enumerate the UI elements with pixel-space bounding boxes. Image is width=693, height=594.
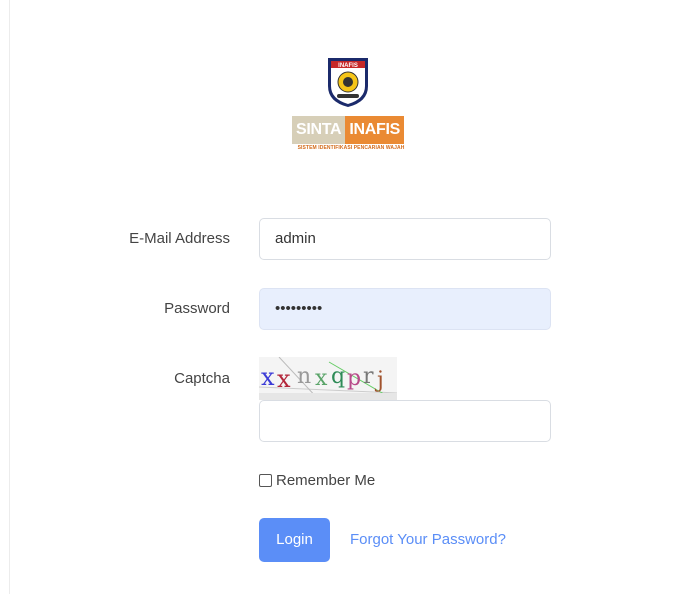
svg-text:INAFIS: INAFIS <box>338 63 358 69</box>
brand-banner: SINTA INAFIS <box>292 116 404 144</box>
captcha-graphic: x x n x q p r j <box>259 357 397 400</box>
svg-text:q: q <box>331 364 345 389</box>
login-button[interactable]: Login <box>259 518 330 562</box>
svg-text:r: r <box>363 364 374 389</box>
brand-subtitle: SISTEM IDENTIFIKASI PENCARIAN WAJAH <box>297 145 405 151</box>
svg-text:n: n <box>297 364 311 389</box>
sinta-inafis-logo: INAFIS SINTA INAFIS SISTEM IDENTIFIKASI … <box>292 52 410 154</box>
email-label: E-Mail Address <box>129 230 230 247</box>
captcha-label: Captcha <box>174 370 230 387</box>
brand-inafis: INAFIS <box>345 116 404 144</box>
remember-label: Remember Me <box>276 472 376 489</box>
captcha-input[interactable] <box>259 400 551 442</box>
svg-text:x: x <box>315 366 328 391</box>
forgot-password-link[interactable]: Forgot Your Password? <box>350 530 506 550</box>
svg-text:x: x <box>261 363 275 391</box>
email-field[interactable]: admin <box>259 218 551 260</box>
remember-checkbox[interactable] <box>259 474 272 487</box>
svg-text:p: p <box>347 366 361 391</box>
password-label: Password <box>164 300 230 317</box>
captcha-image: x x n x q p r j <box>259 357 397 400</box>
svg-text:x: x <box>277 365 291 393</box>
remember-me[interactable]: Remember Me <box>259 472 375 489</box>
page-border <box>9 0 10 594</box>
inafis-emblem-icon: INAFIS <box>328 58 368 107</box>
password-field[interactable]: ••••••••• <box>259 288 551 330</box>
brand-sinta: SINTA <box>292 116 346 144</box>
